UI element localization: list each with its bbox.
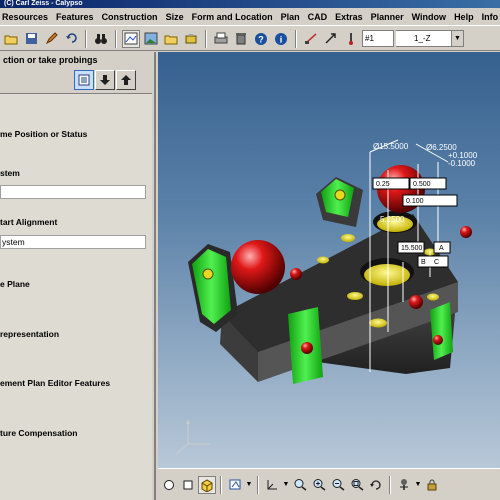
panel-label: tart Alignment xyxy=(0,217,58,227)
measure-icon[interactable] xyxy=(302,30,320,48)
layers-icon[interactable] xyxy=(226,476,244,494)
menu-extras[interactable]: Extras xyxy=(335,12,363,22)
save-icon[interactable] xyxy=(22,30,40,48)
toolbar-separator xyxy=(389,475,391,494)
help-icon[interactable]: ? xyxy=(252,30,270,48)
menu-features[interactable]: Features xyxy=(56,12,94,22)
toolbar-separator xyxy=(115,29,117,48)
step-select[interactable]: #1 xyxy=(362,30,394,47)
menu-form-and-location[interactable]: Form and Location xyxy=(192,12,273,22)
dimension-label: 15.500 xyxy=(401,245,423,252)
panel-body: me Position or Status stem tart Alignmen… xyxy=(0,93,152,500)
menu-info[interactable]: Info xyxy=(482,12,499,22)
screen-icon[interactable] xyxy=(122,29,140,48)
menu-size[interactable]: Size xyxy=(166,12,184,22)
toolbar-separator xyxy=(220,475,222,494)
clamp-back xyxy=(316,177,363,227)
folder-icon[interactable] xyxy=(162,30,180,48)
part-base xyxy=(220,214,458,382)
probe-icon[interactable] xyxy=(342,30,360,48)
zoom-fit-icon[interactable] xyxy=(348,476,366,494)
square-icon[interactable] xyxy=(179,476,197,494)
panel-hint-text: ction or take probings xyxy=(3,55,98,65)
dimension-label: 0.25 xyxy=(376,181,390,188)
tolerance-label: -0.1000 xyxy=(448,159,476,168)
lock-icon[interactable] xyxy=(423,476,441,494)
datum-box-label: C xyxy=(434,259,439,266)
info-icon[interactable]: i xyxy=(272,30,290,48)
view-toolbar: ▼ ▼ ▼ xyxy=(158,468,500,500)
dimension-label: 5.2500 xyxy=(380,215,405,224)
panel-label: representation xyxy=(0,329,60,339)
panel-label: ement Plan Editor Features xyxy=(0,378,111,388)
trash-icon[interactable] xyxy=(232,30,250,48)
move-down-button[interactable] xyxy=(95,70,115,90)
zoom-in-icon[interactable] xyxy=(310,476,328,494)
probe-select-value: 1_-Z xyxy=(414,34,431,43)
chevron-down-icon[interactable]: ▼ xyxy=(414,476,422,494)
open-folder-icon[interactable] xyxy=(2,30,20,48)
clamp-right xyxy=(430,302,453,360)
axis-triad-icon xyxy=(175,420,210,455)
title-bar: (C) Carl Zeiss - Calypso xyxy=(0,0,500,8)
panel-label: me Position or Status xyxy=(0,129,88,139)
cad-viewport[interactable]: Ø15.5000 Ø6.2500 5.2500 0.25 0.500 0.100… xyxy=(158,52,500,468)
dimension-label: 0.500 xyxy=(413,181,431,188)
panel-field[interactable] xyxy=(0,185,146,199)
zoom-out-icon[interactable] xyxy=(329,476,347,494)
edit-icon[interactable] xyxy=(42,30,60,48)
chevron-down-icon[interactable]: ▼ xyxy=(282,476,290,494)
clamp-front xyxy=(288,307,323,384)
panel-label: ture Compensation xyxy=(0,428,78,438)
menu-window[interactable]: Window xyxy=(412,12,446,22)
menu-bar: Resources Features Construction Size For… xyxy=(0,8,500,26)
image-icon[interactable] xyxy=(142,30,160,48)
toolbar-separator xyxy=(205,29,207,48)
datum-box-label: B xyxy=(421,259,426,266)
menu-help[interactable]: Help xyxy=(454,12,474,22)
menu-resources[interactable]: Resources xyxy=(2,12,48,22)
menu-plan[interactable]: Plan xyxy=(281,12,300,22)
svg-text:?: ? xyxy=(258,34,264,44)
tools-icon[interactable] xyxy=(182,30,200,48)
menu-construction[interactable]: Construction xyxy=(102,12,158,22)
panel-label: e Plane xyxy=(0,279,30,289)
clamp-left xyxy=(188,244,238,332)
arrow-icon[interactable] xyxy=(322,30,340,48)
chevron-down-icon[interactable]: ▼ xyxy=(451,31,463,46)
menu-cad[interactable]: CAD xyxy=(308,12,328,22)
window-title: (C) Carl Zeiss - Calypso xyxy=(4,0,83,7)
step-select-value: #1 xyxy=(365,34,374,43)
axis-icon[interactable] xyxy=(263,476,281,494)
rotate-icon[interactable] xyxy=(367,476,385,494)
undo-icon[interactable] xyxy=(62,30,80,48)
panel-hint: ction or take probings xyxy=(0,52,156,68)
main-toolbar: ? i #1 1_-Z ▼ xyxy=(0,27,500,51)
probe-select[interactable]: 1_-Z ▼ xyxy=(396,30,464,47)
list-view-button[interactable] xyxy=(74,70,94,90)
panel-nav-buttons xyxy=(74,70,136,90)
datum-box-label: A xyxy=(439,245,444,252)
calypso-window: (C) Carl Zeiss - Calypso Resources Featu… xyxy=(0,0,500,500)
chevron-down-icon[interactable]: ▼ xyxy=(245,476,253,494)
panel-field[interactable]: ystem xyxy=(0,235,146,249)
menu-planner[interactable]: Planner xyxy=(371,12,404,22)
print-icon[interactable] xyxy=(212,30,230,48)
panel-label: stem xyxy=(0,168,20,178)
cad-model: Ø15.5000 Ø6.2500 5.2500 0.25 0.500 0.100… xyxy=(175,139,478,455)
toolbar-separator xyxy=(295,29,297,48)
dimension-label: Ø15.5000 xyxy=(373,142,409,151)
toolbar-separator xyxy=(85,29,87,48)
binoculars-icon[interactable] xyxy=(92,30,110,48)
toolbar-separator xyxy=(257,475,259,494)
zoom-icon[interactable] xyxy=(291,476,309,494)
cube-view-icon[interactable] xyxy=(198,475,216,494)
move-up-button[interactable] xyxy=(116,70,136,90)
circle-icon[interactable] xyxy=(160,476,178,494)
dimension-label: 0.100 xyxy=(406,198,424,205)
probe-head-icon[interactable] xyxy=(395,476,413,494)
